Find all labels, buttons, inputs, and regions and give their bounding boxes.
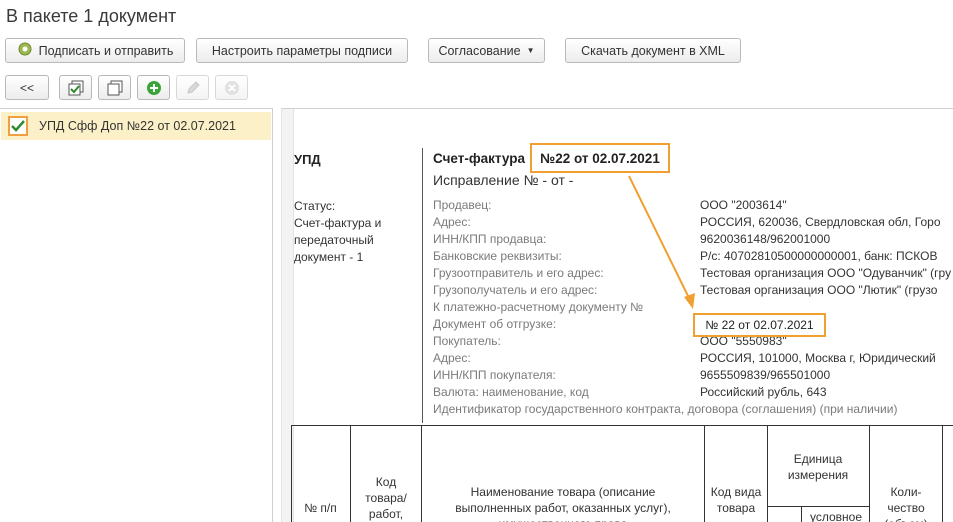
- col-code: Код товара/ работ,: [365, 475, 407, 521]
- checkmark-icon: [11, 120, 25, 132]
- download-xml-button[interactable]: Скачать документ в XML: [565, 38, 741, 63]
- field-value: Тестовая организация ООО "Одуванчик" (гр…: [700, 266, 952, 280]
- approval-label: Согласование: [438, 43, 521, 58]
- add-icon: [146, 80, 161, 95]
- col-num: № п/п: [304, 501, 337, 515]
- download-xml-label: Скачать документ в XML: [581, 43, 725, 58]
- field-value: ООО "2003614": [700, 198, 787, 212]
- approval-dropdown[interactable]: Согласование ▼: [428, 38, 545, 63]
- uncheck-all-icon: [107, 80, 122, 95]
- pencil-icon: [186, 80, 200, 94]
- field-label: Грузополучатель и его адрес:: [433, 283, 598, 297]
- sign-and-send-button[interactable]: Подписать и отправить: [5, 38, 185, 63]
- field-value: 9620036148/962001000: [700, 232, 831, 246]
- uncheck-all-button[interactable]: [98, 75, 131, 100]
- table-divider: [869, 426, 870, 522]
- table-divider: [767, 426, 768, 522]
- field-label: Адрес:: [433, 215, 471, 229]
- check-all-icon: [68, 80, 83, 95]
- sign-icon: [17, 42, 33, 59]
- window-title: В пакете 1 документ: [6, 6, 177, 26]
- table-divider: [704, 426, 705, 522]
- field-label: Покупатель:: [433, 334, 501, 348]
- document-status: Статус: Счет-фактура и передаточный доку…: [294, 198, 414, 266]
- signature-settings-button[interactable]: Настроить параметры подписи: [196, 38, 408, 63]
- collapse-button[interactable]: <<: [5, 75, 49, 100]
- col-type-code: Код вида товара: [710, 485, 762, 515]
- field-label: ИНН/КПП покупателя:: [433, 368, 556, 382]
- delete-button[interactable]: [215, 75, 248, 100]
- col-unit-conv: условное: [809, 510, 863, 522]
- field-value: РОССИЯ, 620036, Свердловская обл, Горо: [700, 215, 941, 229]
- sign-and-send-label: Подписать и отправить: [38, 43, 174, 58]
- field-label: ИНН/КПП продавца:: [433, 232, 547, 246]
- field-value: Российский рубль, 643: [700, 385, 827, 399]
- field-label: Адрес:: [433, 351, 471, 365]
- field-label: Банковские реквизиты:: [433, 249, 562, 263]
- invoice-number-highlight: №22 от 02.07.2021: [530, 143, 670, 173]
- document-list: УПД Сфф Доп №22 от 02.07.2021: [0, 108, 273, 522]
- document-kind: УПД: [294, 152, 321, 167]
- edit-button[interactable]: [176, 75, 209, 100]
- shipment-document-highlight: № 22 от 02.07.2021: [693, 313, 826, 337]
- table-divider: [421, 426, 422, 522]
- field-value: 9655509839/965501000: [700, 368, 831, 382]
- field-value: РОССИЯ, 101000, Москва г, Юридический: [700, 351, 936, 365]
- add-button[interactable]: [137, 75, 170, 100]
- check-all-button[interactable]: [59, 75, 92, 100]
- collapse-label: <<: [19, 80, 34, 95]
- field-label: Документ об отгрузке:: [433, 317, 557, 331]
- field-label: Грузоотправитель и его адрес:: [433, 266, 604, 280]
- correction-line: Исправление № - от -: [433, 172, 574, 188]
- col-qty: Коли- чество (объем): [884, 485, 928, 522]
- chevron-down-icon: ▼: [526, 46, 535, 55]
- field-value: Р/с: 40702810500000000001, банк: ПСКОВ: [700, 249, 938, 263]
- unit-subdivider: [767, 506, 869, 507]
- table-divider: [350, 426, 351, 522]
- document-checkbox[interactable]: [8, 116, 28, 136]
- field-label: Продавец:: [433, 198, 492, 212]
- status-value: Счет-фактура и передаточный документ - 1: [294, 216, 382, 264]
- invoice-title: Счет-фактура: [433, 151, 525, 166]
- signature-settings-label: Настроить параметры подписи: [211, 43, 393, 58]
- list-item-label: УПД Сфф Доп №22 от 02.07.2021: [39, 119, 236, 133]
- table-divider: [942, 426, 943, 522]
- col-name: Наименование товара (описание выполненны…: [455, 485, 671, 522]
- field-label: Валюта: наименование, код: [433, 385, 589, 399]
- col-unit: Единица измерения: [787, 452, 849, 482]
- field-value: Тестовая организация ООО "Лютик" (грузо: [700, 283, 938, 297]
- unit-subdivider-vertical: [801, 506, 802, 522]
- items-table-header: № п/п Код товара/ работ, Наименование то…: [291, 425, 953, 522]
- field-label: К платежно-расчетному документу №: [433, 300, 644, 314]
- delete-icon: [224, 80, 239, 95]
- status-label: Статус:: [294, 199, 336, 213]
- list-item[interactable]: УПД Сфф Доп №22 от 02.07.2021: [1, 112, 271, 140]
- field-label: Идентификатор государственного контракта…: [433, 402, 898, 416]
- separator-line: [422, 148, 423, 423]
